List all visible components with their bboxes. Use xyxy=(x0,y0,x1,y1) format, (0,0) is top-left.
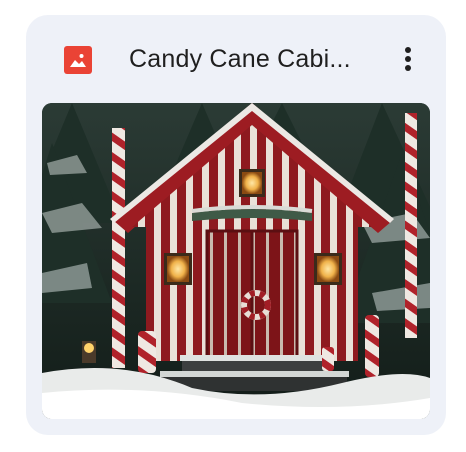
thumbnail-image xyxy=(42,103,430,419)
file-card-header: Candy Cane Cabi... xyxy=(26,15,446,103)
file-card[interactable]: Candy Cane Cabi... xyxy=(26,15,446,435)
more-options-button[interactable] xyxy=(390,39,426,79)
image-file-icon xyxy=(64,46,92,74)
file-title: Candy Cane Cabi... xyxy=(129,45,351,73)
file-thumbnail[interactable] xyxy=(42,103,430,419)
